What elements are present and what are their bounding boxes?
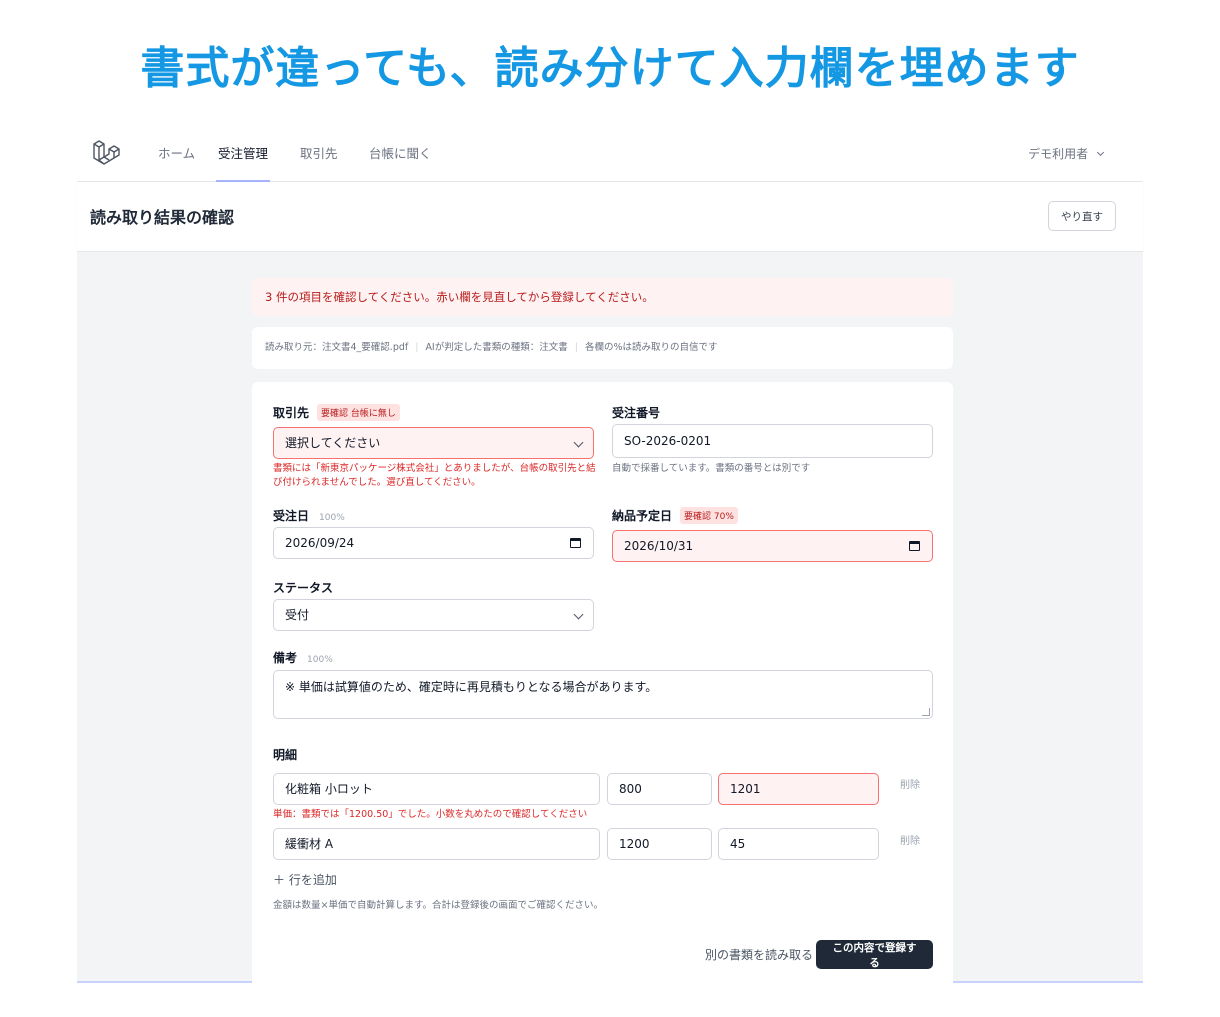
review-form-card: 取引先 要確認 台帳に無し 選択してください 書類には「新東京パッケージ株式会社」…: [252, 382, 953, 983]
line-item-name-input[interactable]: 化粧箱 小ロット: [273, 773, 600, 805]
remarks-label: 備考 100%: [273, 649, 333, 666]
line-item-qty-input[interactable]: 1200: [607, 828, 712, 860]
order-date-label: 受注日 100%: [273, 507, 345, 524]
delivery-date-value: 2026/10/31: [624, 539, 694, 553]
line-item-name-input[interactable]: 緩衝材 A: [273, 828, 600, 860]
read-meta-bar: 読み取り元：注文書4_要確認.pdf | AIが判定した書類の種類：注文書 | 各欄の%…: [252, 327, 953, 369]
order-no-input[interactable]: SO-2026-0201: [612, 424, 933, 458]
nav-item-ledger-chat[interactable]: 台帳に聞く: [367, 126, 434, 182]
meta-separator: |: [415, 342, 419, 353]
line-item-qty-input[interactable]: 800: [607, 773, 712, 805]
partner-label: 取引先 要確認 台帳に無し: [273, 404, 400, 421]
user-name: デモ利用者: [1028, 147, 1089, 161]
line-items-note: 金額は数量×単価で自動計算します。合計は登録後の画面でご確認ください。: [273, 900, 604, 911]
page-header: 読み取り結果の確認 やり直す: [77, 182, 1143, 252]
meta-separator: |: [574, 342, 578, 353]
order-date-value: 2026/09/24: [285, 536, 355, 550]
delivery-date-label: 納品予定日 要確認 70%: [612, 507, 738, 524]
read-another-document-link[interactable]: 別の書類を読み取る: [705, 946, 813, 963]
nav-item-orders[interactable]: 受注管理: [216, 126, 271, 182]
app-window: ホーム 受注管理 取引先 台帳に聞く デモ利用者 読み取り結果の確認 やり直す …: [77, 126, 1143, 983]
meta-doc-type: AIが判定した書類の種類：注文書: [425, 342, 568, 353]
calendar-icon[interactable]: [570, 538, 581, 548]
page-title: 読み取り結果の確認: [90, 208, 235, 227]
delivery-date-warning-badge: 要確認 70%: [680, 507, 738, 524]
partner-warning-badge: 要確認 台帳に無し: [317, 404, 400, 421]
meta-source: 読み取り元：注文書4_要確認.pdf: [265, 342, 409, 353]
partner-error-text: 書類には「新東京パッケージ株式会社」とありましたが、台帳の取引先と結び付けられま…: [273, 463, 596, 488]
remarks-textarea[interactable]: ※ 単価は試算値のため、確定時に再見積もりとなる場合があります。: [273, 670, 933, 719]
meta-confidence-note: 各欄の%は読み取りの自信です: [584, 342, 718, 353]
order-date-input[interactable]: 2026/09/24: [273, 527, 594, 559]
status-label: ステータス: [273, 581, 334, 595]
order-date-label-text: 受注日: [273, 509, 310, 523]
add-row-button[interactable]: ＋ 行を追加: [273, 871, 337, 888]
order-date-confidence: 100%: [319, 513, 345, 523]
nav-item-home[interactable]: ホーム: [156, 126, 197, 182]
resize-handle-icon[interactable]: [922, 708, 930, 716]
line-item-price-input[interactable]: 45: [718, 828, 879, 860]
warning-alert: 3 件の項目を確認してください。赤い欄を見直してから登録してください。: [252, 278, 953, 316]
nav-item-partners[interactable]: 取引先: [298, 126, 340, 182]
laravel-logo-icon[interactable]: [91, 138, 121, 168]
chevron-down-icon: [573, 609, 584, 620]
order-no-label: 受注番号: [612, 406, 661, 420]
line-item-price-error: 単価：書類では「1200.50」でした。小数を丸めたので確認してください: [273, 809, 588, 820]
main-content: 3 件の項目を確認してください。赤い欄を見直してから登録してください。 読み取り…: [77, 252, 1143, 983]
line-item-delete-link[interactable]: 削除: [900, 776, 920, 791]
line-items-label: 明細: [273, 748, 298, 762]
delivery-date-label-text: 納品予定日: [612, 509, 673, 523]
line-item-price-input[interactable]: 1201: [718, 773, 879, 805]
status-select[interactable]: 受付: [273, 599, 594, 631]
chevron-down-icon: [1096, 148, 1105, 157]
delivery-date-input[interactable]: 2026/10/31: [612, 530, 933, 562]
remarks-label-text: 備考: [273, 651, 298, 665]
redo-button[interactable]: やり直す: [1048, 201, 1116, 231]
partner-select-value: 選択してください: [285, 436, 381, 450]
calendar-icon[interactable]: [909, 541, 920, 551]
submit-register-button[interactable]: この内容で登録する: [816, 940, 933, 969]
remarks-confidence: 100%: [307, 655, 333, 665]
line-item-delete-link[interactable]: 削除: [900, 832, 920, 847]
partner-select[interactable]: 選択してください: [273, 427, 594, 459]
order-no-help: 自動で採番しています。書類の番号とは別です: [612, 463, 811, 474]
status-select-value: 受付: [285, 608, 310, 622]
chevron-down-icon: [573, 437, 584, 448]
top-nav: ホーム 受注管理 取引先 台帳に聞く デモ利用者: [77, 126, 1143, 182]
partner-label-text: 取引先: [273, 406, 310, 420]
user-menu[interactable]: デモ利用者: [1028, 126, 1105, 182]
promo-headline: 書式が違っても、読み分けて入力欄を埋めます: [140, 43, 1080, 94]
